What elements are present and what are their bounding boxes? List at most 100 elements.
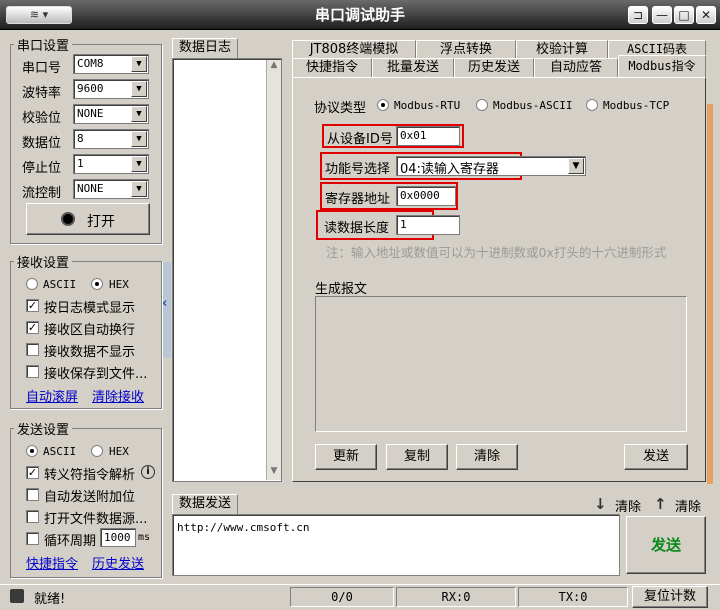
cycle-period-input[interactable]: 1000 xyxy=(100,528,136,547)
modbus-tcp-label: Modbus-TCP xyxy=(603,99,670,112)
copy-button[interactable]: 复制 xyxy=(386,444,448,470)
pin-icon: ⊐ xyxy=(632,8,644,22)
log-scrollbar[interactable] xyxy=(266,60,281,480)
send-ascii-label: ASCII xyxy=(43,445,77,458)
tab-jt808[interactable]: JT808终端模拟 xyxy=(292,40,416,59)
status-rx: RX:0 xyxy=(396,587,516,607)
panel-accent-bar xyxy=(707,104,713,484)
system-menu-button[interactable]: ≋ ▾ xyxy=(6,6,72,24)
tab-data-log[interactable]: 数据日志 xyxy=(172,38,238,58)
flowcontrol-select[interactable]: NONE ▼ xyxy=(73,179,149,199)
tab-float-convert[interactable]: 浮点转换 xyxy=(416,40,516,59)
update-button[interactable]: 更新 xyxy=(315,444,377,470)
input-format-note: 注：输入地址或数值可以为十进制数或0x打头的十六进制形式 xyxy=(326,245,667,260)
auto-append-label: 自动发送附加位 xyxy=(44,490,136,505)
open-port-button[interactable]: 打开 xyxy=(26,203,150,235)
quick-commands-link[interactable]: 快捷指令 xyxy=(26,553,78,572)
generated-frame-label: 生成报文 xyxy=(315,282,368,297)
send-history-link[interactable]: 历史发送 xyxy=(92,553,144,572)
send-input[interactable]: http://www.cmsoft.cn xyxy=(172,514,620,576)
clear-send-label-2[interactable]: 清除 xyxy=(675,496,701,515)
open-port-label: 打开 xyxy=(87,214,115,230)
cycle-period-checkbox[interactable] xyxy=(26,532,39,545)
cycle-period-label: 循环周期 xyxy=(44,534,97,549)
receive-settings-title: 接收设置 xyxy=(14,252,73,271)
scroll-down-icon[interactable]: ▼ xyxy=(267,466,281,480)
clear-down-icon[interactable]: ↓ xyxy=(594,495,607,513)
status-count: 0/0 xyxy=(290,587,394,607)
power-icon xyxy=(61,212,75,226)
databits-label: 数据位 xyxy=(22,136,62,151)
file-source-label: 打开文件数据源... xyxy=(44,512,148,527)
pin-button[interactable]: ⊐ xyxy=(628,6,648,24)
clear-send-label-1[interactable]: 清除 xyxy=(615,496,641,515)
slave-id-input[interactable]: 0x01 xyxy=(396,126,460,146)
baud-label: 波特率 xyxy=(22,86,62,101)
read-length-input[interactable]: 1 xyxy=(396,215,460,235)
info-icon[interactable]: i xyxy=(141,465,155,479)
recv-save-file-checkbox[interactable] xyxy=(26,365,39,378)
maximize-icon: □ xyxy=(678,8,690,22)
recv-autowrap-label: 接收区自动换行 xyxy=(44,323,136,338)
send-settings-title: 发送设置 xyxy=(14,419,73,438)
close-button[interactable]: ✕ xyxy=(696,6,716,24)
cycle-unit-label: ms xyxy=(138,532,151,543)
tab-checksum[interactable]: 校验计算 xyxy=(516,40,608,59)
modbus-tcp-radio[interactable] xyxy=(586,99,598,111)
recv-autowrap-checkbox[interactable]: ✓ xyxy=(26,321,39,334)
parity-label: 校验位 xyxy=(22,111,62,126)
register-address-label: 寄存器地址 xyxy=(325,192,391,207)
clear-button[interactable]: 清除 xyxy=(456,444,518,470)
chevron-down-icon: ▼ xyxy=(131,131,147,147)
window-title: 串口调试助手 xyxy=(314,6,405,24)
function-code-select[interactable]: 04:读输入寄存器 ▼ xyxy=(396,156,586,177)
collapse-left-icon[interactable]: ‹ xyxy=(162,296,172,312)
port-label: 串口号 xyxy=(22,61,62,76)
recv-hex-radio[interactable] xyxy=(91,278,103,290)
send-hex-label: HEX xyxy=(109,445,129,458)
recv-hide-checkbox[interactable] xyxy=(26,343,39,356)
auto-scroll-link[interactable]: 自动滚屏 xyxy=(26,386,78,405)
modbus-send-button[interactable]: 发送 xyxy=(624,444,688,470)
clear-receive-link[interactable]: 清除接收 xyxy=(92,386,144,405)
stopbits-label: 停止位 xyxy=(22,161,62,176)
tab-quick-commands[interactable]: 快捷指令 xyxy=(292,58,372,77)
generated-frame-area[interactable] xyxy=(315,296,687,432)
reset-count-button[interactable]: 复位计数 xyxy=(632,586,708,608)
recv-log-mode-checkbox[interactable]: ✓ xyxy=(26,299,39,312)
tab-modbus[interactable]: Modbus指令 xyxy=(618,55,706,77)
close-icon: ✕ xyxy=(700,8,712,22)
send-button[interactable]: 发送 xyxy=(626,516,706,574)
tab-data-send[interactable]: 数据发送 xyxy=(172,494,238,514)
modbus-ascii-label: Modbus-ASCII xyxy=(493,99,573,112)
protocol-label: 协议类型 xyxy=(314,101,367,116)
register-address-input[interactable]: 0x0000 xyxy=(396,186,456,206)
tab-send-history[interactable]: 历史发送 xyxy=(454,58,534,77)
parity-select[interactable]: NONE ▼ xyxy=(73,104,149,124)
recv-ascii-radio[interactable] xyxy=(26,278,38,290)
file-source-checkbox[interactable] xyxy=(26,510,39,523)
minimize-button[interactable]: — xyxy=(652,6,672,24)
clear-up-icon[interactable]: ↑ xyxy=(654,495,667,513)
recv-log-mode-label: 按日志模式显示 xyxy=(44,301,136,316)
scroll-up-icon[interactable]: ▲ xyxy=(267,60,281,74)
chevron-down-icon: ▼ xyxy=(568,158,584,174)
recv-hex-label: HEX xyxy=(109,278,129,291)
send-hex-radio[interactable] xyxy=(91,445,103,457)
escape-parse-checkbox[interactable]: ✓ xyxy=(26,466,39,479)
chevron-down-icon: ▼ xyxy=(131,106,147,122)
port-select[interactable]: COM8 ▼ xyxy=(73,54,149,74)
auto-append-checkbox[interactable] xyxy=(26,488,39,501)
function-code-label: 功能号选择 xyxy=(325,162,391,177)
send-ascii-radio[interactable] xyxy=(26,445,38,457)
baud-select[interactable]: 9600 ▼ xyxy=(73,79,149,99)
tab-batch-send[interactable]: 批量发送 xyxy=(372,58,454,77)
tab-auto-reply[interactable]: 自动应答 xyxy=(534,58,618,77)
stopbits-select[interactable]: 1 ▼ xyxy=(73,154,149,174)
modbus-ascii-radio[interactable] xyxy=(476,99,488,111)
recv-save-file-label: 接收保存到文件... xyxy=(44,367,148,382)
maximize-button[interactable]: □ xyxy=(674,6,694,24)
databits-select[interactable]: 8 ▼ xyxy=(73,129,149,149)
modbus-rtu-radio[interactable] xyxy=(377,99,389,111)
slave-id-label: 从设备ID号 xyxy=(327,132,393,147)
